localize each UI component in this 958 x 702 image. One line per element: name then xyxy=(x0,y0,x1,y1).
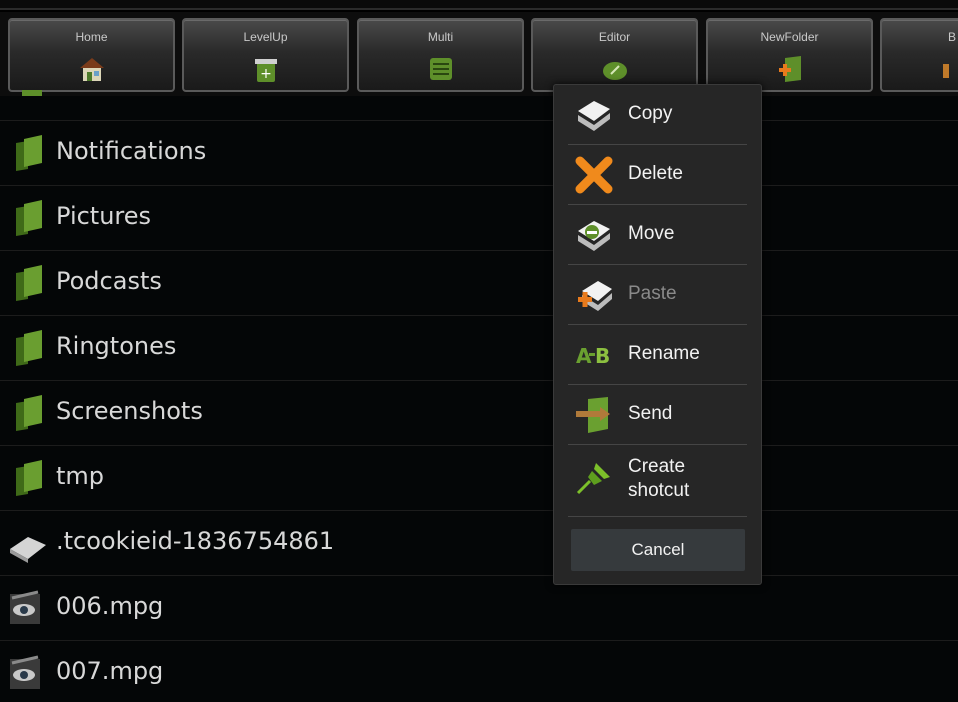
editor-button-label: Editor xyxy=(598,30,631,44)
file-name: .tcookieid-1836754861 xyxy=(56,527,335,555)
list-item[interactable]: Podcasts xyxy=(0,251,958,316)
rename-icon: A B xyxy=(576,344,610,368)
list-item[interactable]: Ringtones xyxy=(0,316,958,381)
new-folder-button-label: NewFolder xyxy=(760,30,819,44)
file-name: Notifications xyxy=(56,137,207,165)
list-item[interactable]: 007.mpg xyxy=(0,641,958,702)
menu-item-label: Delete xyxy=(628,163,683,184)
menu-item-label: Copy xyxy=(628,103,673,124)
video-file-icon xyxy=(10,590,40,624)
menu-item-copy[interactable]: Copy xyxy=(554,85,761,145)
menu-item-label: Paste xyxy=(628,283,677,304)
list-item[interactable] xyxy=(0,56,958,121)
folder-icon xyxy=(16,265,42,301)
home-button-label: Home xyxy=(75,30,108,44)
menu-item-label: Rename xyxy=(628,343,700,364)
file-name: Ringtones xyxy=(56,332,177,360)
bookmark-button-label: B xyxy=(948,30,957,44)
list-item[interactable]: Notifications xyxy=(0,121,958,186)
send-icon xyxy=(576,397,610,433)
file-name: 006.mpg xyxy=(56,592,164,620)
menu-item-label: Move xyxy=(628,223,675,244)
status-strip xyxy=(0,0,958,10)
file-name: Screenshots xyxy=(56,397,203,425)
file-icon xyxy=(10,537,46,563)
folder-icon xyxy=(16,330,42,366)
folder-icon xyxy=(16,395,42,431)
folder-icon xyxy=(16,135,42,171)
pin-icon xyxy=(576,463,610,495)
menu-item-label: Create shotcut xyxy=(628,456,690,501)
menu-item-rename[interactable]: A B Rename xyxy=(554,325,761,385)
menu-item-label: Send xyxy=(628,403,673,424)
menu-item-send[interactable]: Send xyxy=(554,385,761,445)
file-list: Notifications Pictures Podcasts Ringtone… xyxy=(0,90,958,702)
list-item[interactable]: tmp xyxy=(0,446,958,511)
cancel-button[interactable]: Cancel xyxy=(571,529,745,571)
menu-item-move[interactable]: Move xyxy=(554,205,761,265)
paste-icon xyxy=(578,281,612,311)
file-name: 007.mpg xyxy=(56,657,164,685)
list-item[interactable]: .tcookieid-1836754861 xyxy=(0,511,958,576)
video-file-icon xyxy=(10,655,40,689)
menu-item-create-shortcut[interactable]: Create shotcut xyxy=(554,445,761,517)
menu-item-delete[interactable]: Delete xyxy=(554,145,761,205)
folder-icon xyxy=(16,460,42,496)
file-name: Podcasts xyxy=(56,267,162,295)
file-name: tmp xyxy=(56,462,105,490)
delete-icon xyxy=(575,156,613,194)
svg-text:B: B xyxy=(595,344,610,368)
list-item[interactable]: Screenshots xyxy=(0,381,958,446)
multi-button-label: Multi xyxy=(427,30,454,44)
level-up-button-label: LevelUp xyxy=(243,30,288,44)
list-item[interactable]: 006.mpg xyxy=(0,576,958,641)
context-menu: Copy Delete Move Paste A B Rename Send C… xyxy=(553,84,762,585)
menu-divider xyxy=(568,516,747,517)
menu-item-paste[interactable]: Paste xyxy=(554,265,761,325)
folder-icon xyxy=(16,200,42,236)
move-icon xyxy=(578,221,610,251)
file-name: Pictures xyxy=(56,202,152,230)
list-item[interactable]: Pictures xyxy=(0,186,958,251)
copy-icon xyxy=(578,101,610,131)
